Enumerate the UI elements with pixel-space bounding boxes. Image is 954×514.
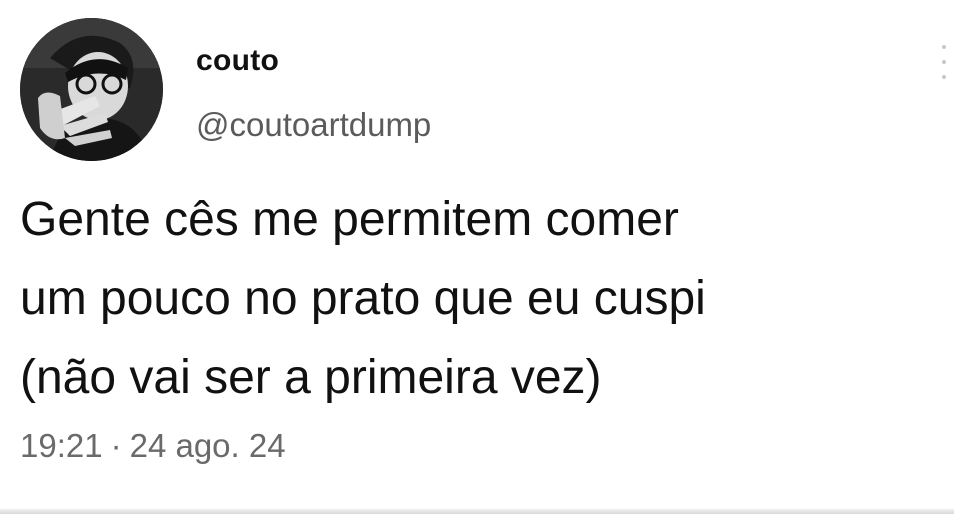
tweet-time: 19:21	[20, 427, 103, 464]
tweet-card: couto @coutoartdump Gente cês me permite…	[0, 0, 954, 514]
tweet-text-line: um pouco no prato que eu cuspi	[20, 272, 706, 325]
tweet-text-line: (não vai ser a primeira vez)	[20, 351, 602, 404]
display-name[interactable]: couto	[196, 44, 279, 78]
avatar[interactable]	[20, 18, 163, 161]
timestamp-separator: ·	[110, 427, 122, 464]
tweet-text-line: Gente cês me permitem comer	[20, 193, 679, 246]
card-bottom-edge	[0, 509, 954, 514]
tweet-text: Gente cês me permitem comer um pouco no …	[20, 180, 940, 417]
tweet-timestamp[interactable]: 19:21 · 24 ago. 24	[20, 427, 286, 465]
more-options-icon[interactable]	[940, 45, 948, 79]
avatar-photo	[20, 18, 163, 161]
user-handle[interactable]: @coutoartdump	[196, 106, 431, 144]
tweet-date: 24 ago. 24	[129, 427, 286, 464]
